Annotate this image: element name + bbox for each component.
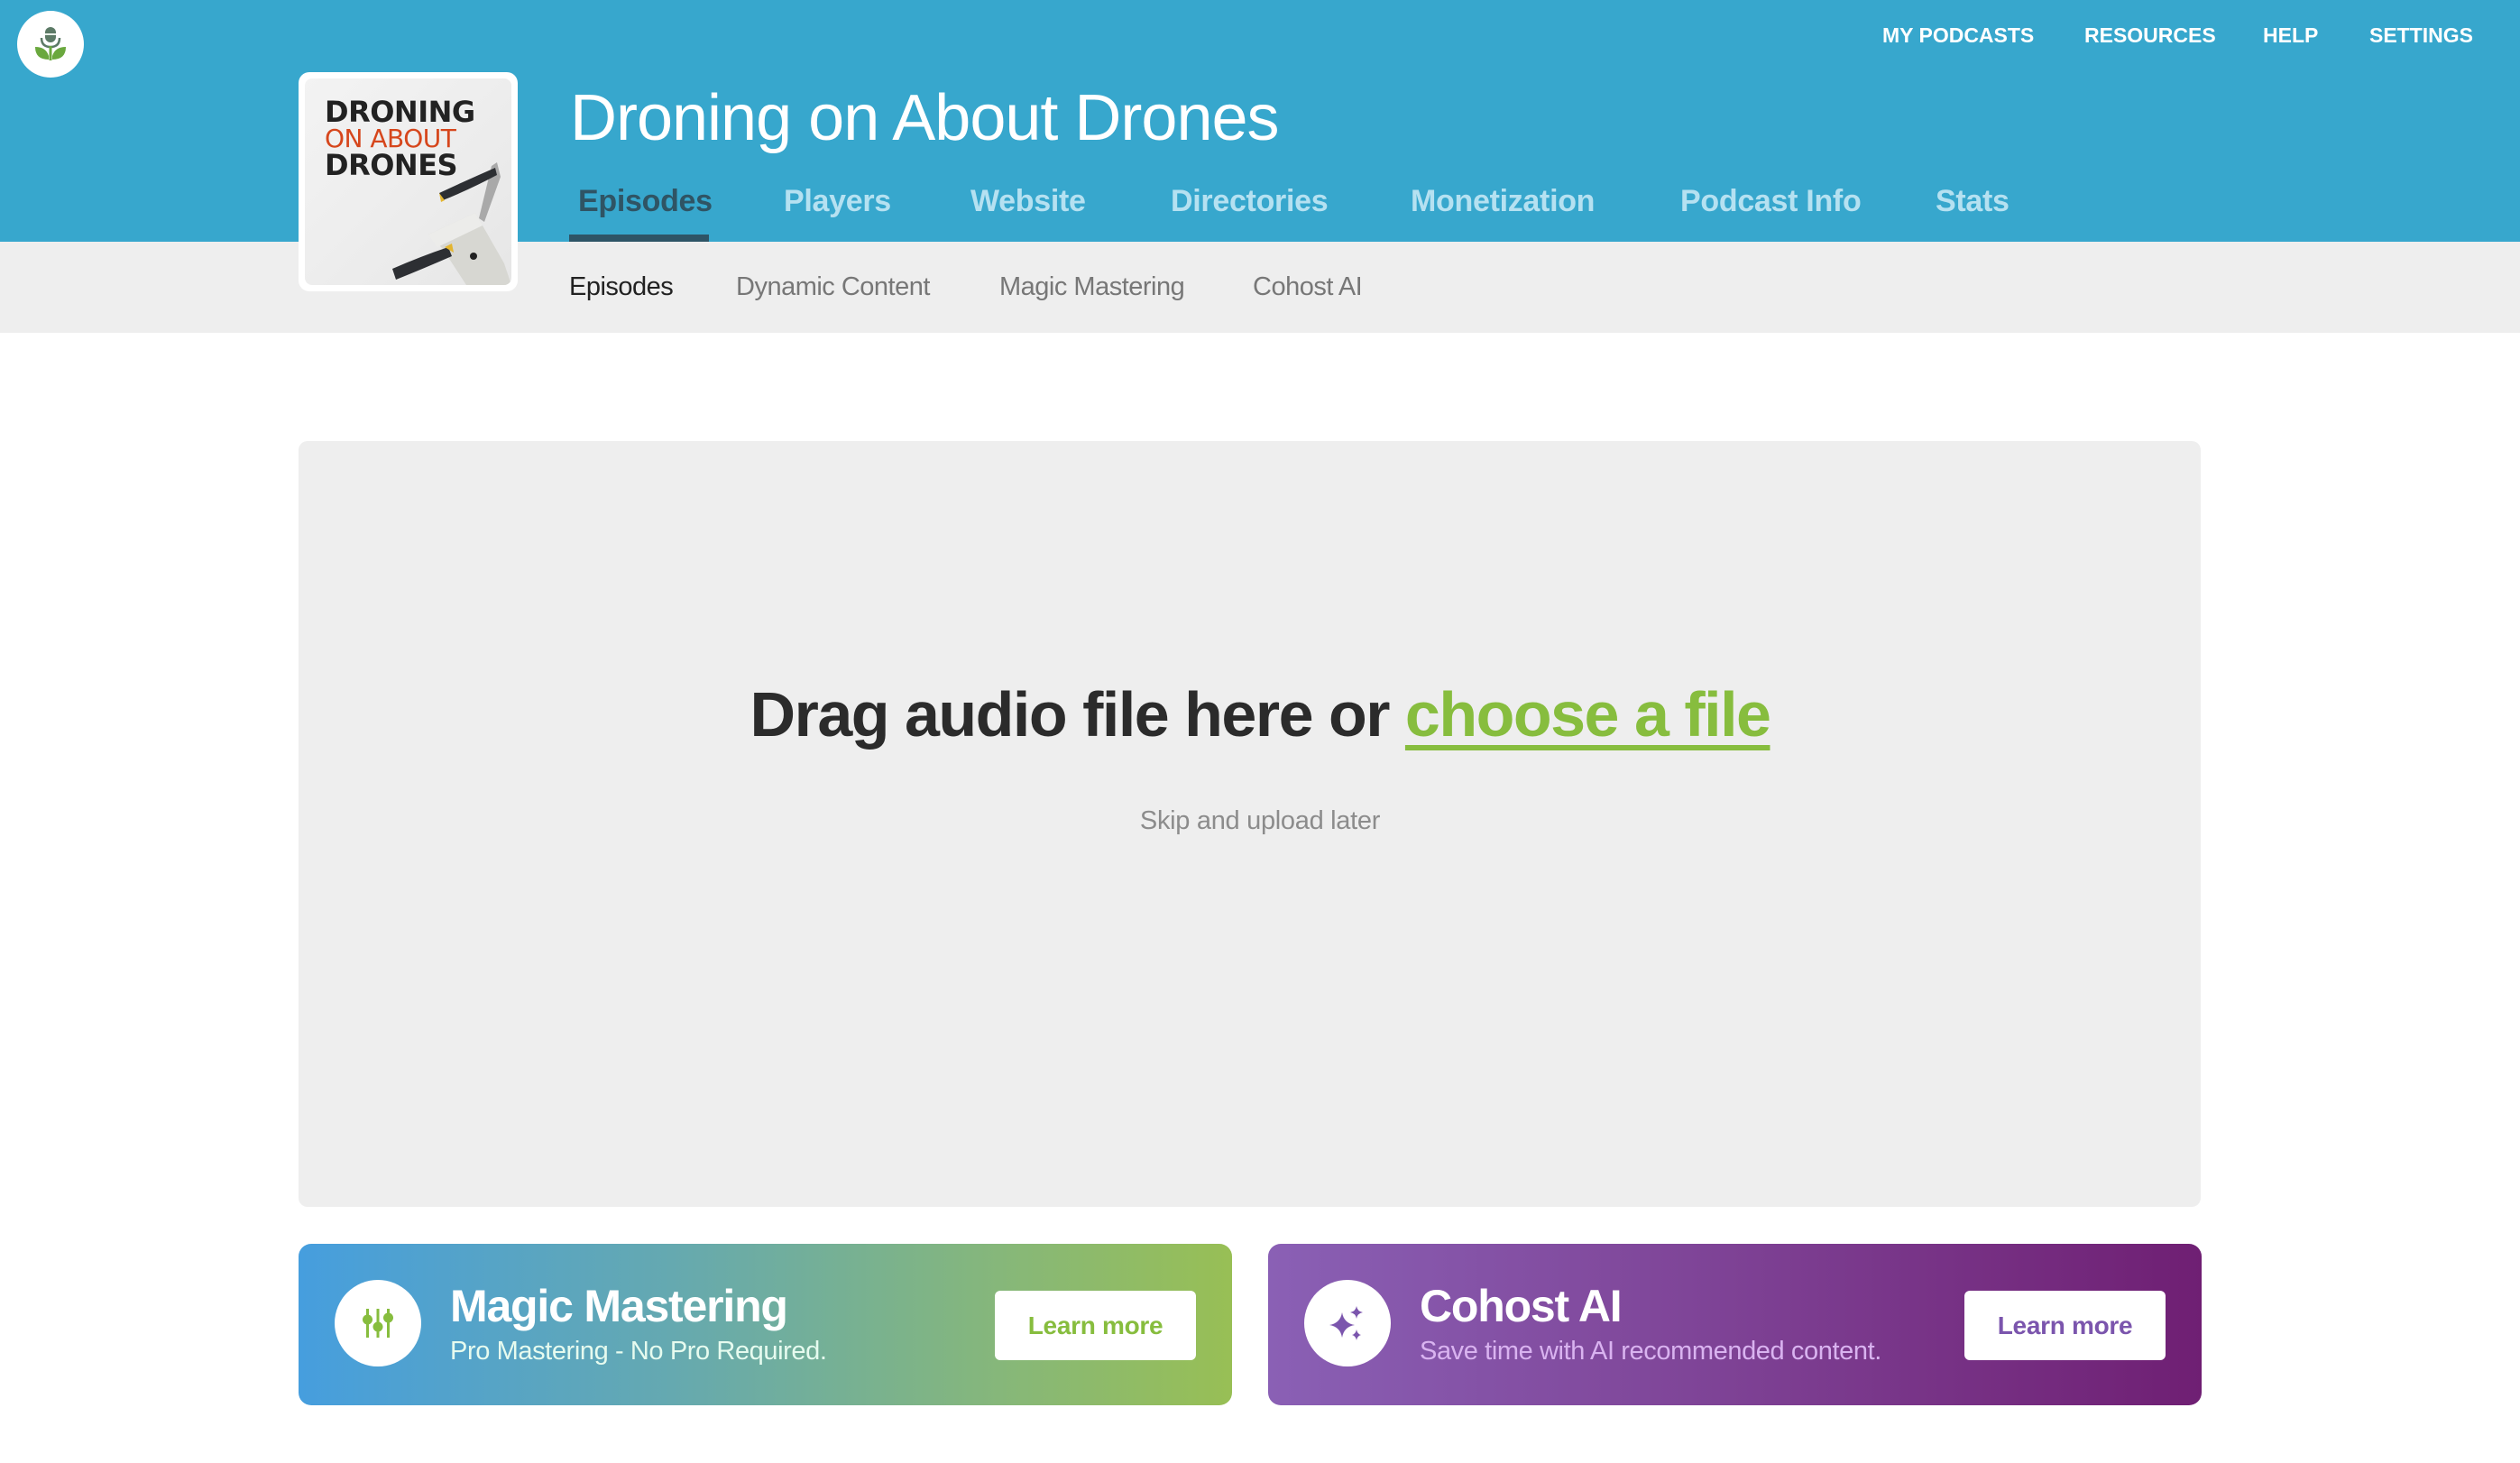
dropzone-instruction: Drag audio file here or <box>750 679 1405 750</box>
cohost-ai-learn-more-button[interactable]: Learn more <box>1964 1291 2166 1360</box>
magic-mastering-title: Magic Mastering <box>450 1281 788 1331</box>
cover-line-1: DRONING <box>325 95 475 129</box>
cohost-ai-title: Cohost AI <box>1420 1281 1623 1331</box>
tab-monetization[interactable]: Monetization <box>1411 184 1595 219</box>
drone-illustration-icon <box>392 162 511 285</box>
cohost-ai-badge <box>1304 1280 1391 1366</box>
tab-podcast-info[interactable]: Podcast Info <box>1680 184 1862 219</box>
nav-help[interactable]: HELP <box>2263 23 2318 48</box>
tab-stats[interactable]: Stats <box>1936 184 2010 219</box>
cohost-ai-promo: Cohost AI Save time with AI recommended … <box>1268 1244 2202 1405</box>
podcast-title: Droning on About Drones <box>570 82 1280 154</box>
nav-resources[interactable]: RESOURCES <box>2084 23 2216 48</box>
choose-file-link[interactable]: choose a file <box>1405 679 1771 750</box>
podcast-cover-art[interactable]: DRONING ON ABOUT DRONES <box>299 72 518 291</box>
subtab-episodes[interactable]: Episodes <box>569 272 674 302</box>
subtab-magic-mastering[interactable]: Magic Mastering <box>999 272 1185 302</box>
microphone-sprout-logo-icon <box>35 27 66 60</box>
cohost-ai-subtitle: Save time with AI recommended content. <box>1420 1337 1881 1366</box>
tab-website[interactable]: Website <box>970 184 1086 219</box>
tab-episodes[interactable]: Episodes <box>578 184 713 219</box>
tab-directories[interactable]: Directories <box>1171 184 1329 219</box>
magic-mastering-subtitle: Pro Mastering - No Pro Required. <box>450 1337 827 1366</box>
dropzone-headline: Drag audio file here or choose a file <box>0 678 2520 750</box>
tab-players[interactable]: Players <box>784 184 891 219</box>
magic-mastering-badge <box>335 1280 421 1366</box>
equalizer-sliders-icon <box>363 1309 393 1338</box>
nav-settings[interactable]: SETTINGS <box>2369 23 2473 48</box>
subtab-cohost-ai[interactable]: Cohost AI <box>1253 272 1363 302</box>
magic-mastering-promo: Magic Mastering Pro Mastering - No Pro R… <box>299 1244 1232 1405</box>
active-tab-indicator <box>569 235 709 242</box>
skip-upload-link[interactable]: Skip and upload later <box>0 806 2520 836</box>
magic-mastering-learn-more-button[interactable]: Learn more <box>995 1291 1196 1360</box>
subtab-dynamic-content[interactable]: Dynamic Content <box>736 272 930 302</box>
app-logo[interactable] <box>17 11 84 78</box>
sparkles-icon <box>1329 1306 1363 1340</box>
cover-image: DRONING ON ABOUT DRONES <box>305 78 511 285</box>
nav-my-podcasts[interactable]: MY PODCASTS <box>1882 23 2034 48</box>
